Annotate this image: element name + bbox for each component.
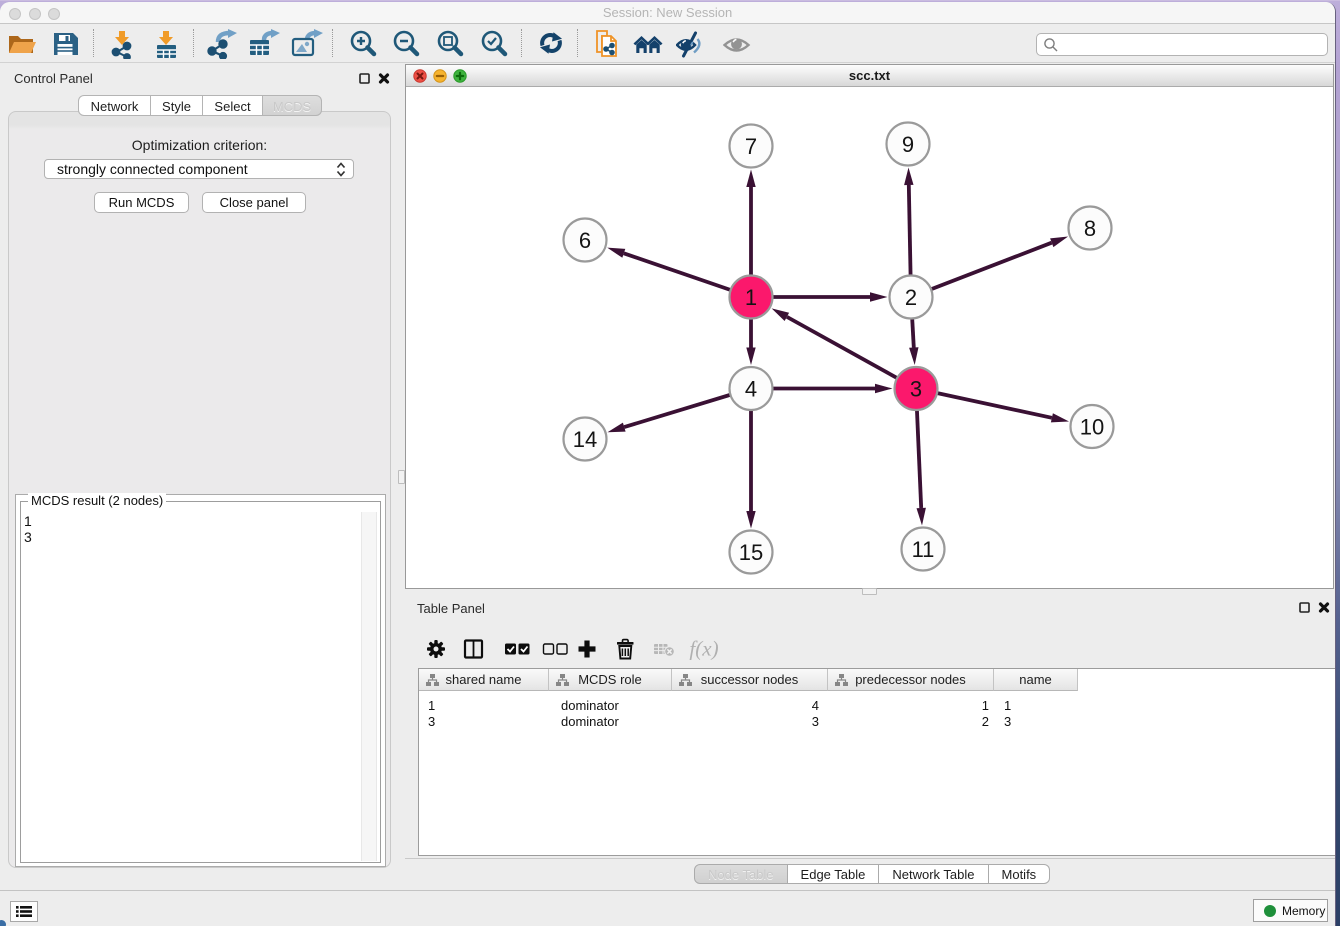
svg-text:7: 7 xyxy=(745,134,757,159)
svg-text:8: 8 xyxy=(1084,216,1096,241)
svg-text:6: 6 xyxy=(579,228,591,253)
svg-text:15: 15 xyxy=(739,540,763,565)
svg-text:1: 1 xyxy=(745,285,757,310)
svg-text:9: 9 xyxy=(902,132,914,157)
svg-text:2: 2 xyxy=(905,285,917,310)
svg-text:11: 11 xyxy=(912,537,935,562)
svg-text:f(x): f(x) xyxy=(689,638,718,660)
svg-text:10: 10 xyxy=(1080,415,1104,440)
svg-text:4: 4 xyxy=(745,377,757,402)
svg-text:14: 14 xyxy=(573,427,597,452)
svg-text:3: 3 xyxy=(910,377,922,402)
